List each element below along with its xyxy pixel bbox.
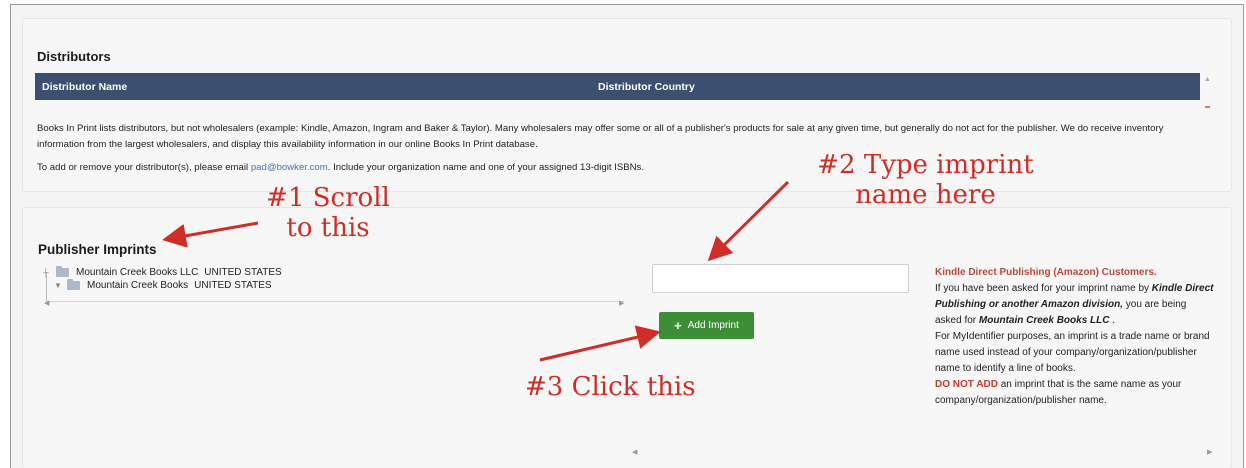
column-distributor-country[interactable]: Distributor Country: [598, 81, 695, 93]
imprints-title: Publisher Imprints: [38, 242, 157, 257]
tree-expand-icon[interactable]: ┼: [43, 268, 51, 277]
kdp-text: .: [1109, 315, 1116, 326]
annotation-text: #1 Scroll: [266, 183, 390, 213]
kdp-paragraph-2: For MyIdentifier purposes, an imprint is…: [935, 331, 1210, 374]
distributors-table-header: Distributor Name Distributor Country: [35, 73, 1200, 100]
tree-item[interactable]: ▼ Mountain Creek Books UNITED STATES: [54, 279, 272, 291]
kdp-text: If you have been asked for your imprint …: [935, 283, 1152, 294]
scroll-up-icon[interactable]: ▲: [1204, 76, 1211, 83]
add-imprint-button[interactable]: + Add Imprint: [659, 312, 754, 339]
tree-scrollbar-track[interactable]: [46, 301, 624, 302]
scroll-left-icon[interactable]: ◀: [632, 448, 637, 456]
tree-item-name: Mountain Creek Books LLC: [76, 267, 199, 278]
scroll-down-indicator[interactable]: [1205, 106, 1210, 108]
scroll-right-icon[interactable]: ▶: [1207, 448, 1212, 456]
distributors-contact-text: To add or remove your distributor(s), pl…: [37, 160, 644, 176]
imprint-name-input[interactable]: [652, 264, 909, 293]
distributors-title: Distributors: [37, 49, 111, 64]
add-imprint-label: Add Imprint: [687, 320, 739, 331]
kdp-heading: Kindle Direct Publishing (Amazon) Custom…: [935, 267, 1157, 278]
folder-icon: [56, 266, 69, 277]
tree-item-name: Mountain Creek Books: [87, 280, 189, 291]
contact-text-after: . Include your organization name and one…: [327, 162, 645, 173]
folder-icon: [67, 279, 80, 290]
annotation-text: name here: [855, 180, 996, 210]
scroll-left-icon[interactable]: ◀: [44, 299, 49, 307]
email-link[interactable]: pad@bowker.com: [251, 162, 328, 173]
scroll-right-icon[interactable]: ▶: [619, 299, 624, 307]
annotation-step-2: #2 Type imprint name here: [783, 150, 1068, 210]
kdp-help-panel: Kindle Direct Publishing (Amazon) Custom…: [935, 265, 1215, 409]
contact-text-before: To add or remove your distributor(s), pl…: [37, 162, 251, 173]
plus-icon: +: [674, 318, 682, 333]
annotation-step-1: #1 Scroll to this: [248, 183, 408, 243]
do-not-add-warning: DO NOT ADD: [935, 379, 998, 390]
column-distributor-name[interactable]: Distributor Name: [42, 81, 127, 93]
distributors-info-text: Books In Print lists distributors, but n…: [37, 123, 1164, 150]
annotation-step-3: #3 Click this: [525, 372, 696, 402]
kdp-paragraph-1: If you have been asked for your imprint …: [935, 281, 1215, 329]
annotation-text: #2 Type imprint: [817, 150, 1034, 180]
tree-item-country: UNITED STATES: [194, 280, 272, 291]
annotation-text: to this: [286, 213, 370, 243]
kdp-emphasis: Mountain Creek Books LLC: [978, 315, 1110, 326]
tree-item[interactable]: ┼ Mountain Creek Books LLC UNITED STATES: [43, 266, 282, 278]
kdp-paragraph-3: DO NOT ADD an imprint that is the same n…: [935, 377, 1215, 409]
tree-collapse-icon[interactable]: ▼: [54, 281, 62, 290]
tree-item-country: UNITED STATES: [204, 267, 282, 278]
